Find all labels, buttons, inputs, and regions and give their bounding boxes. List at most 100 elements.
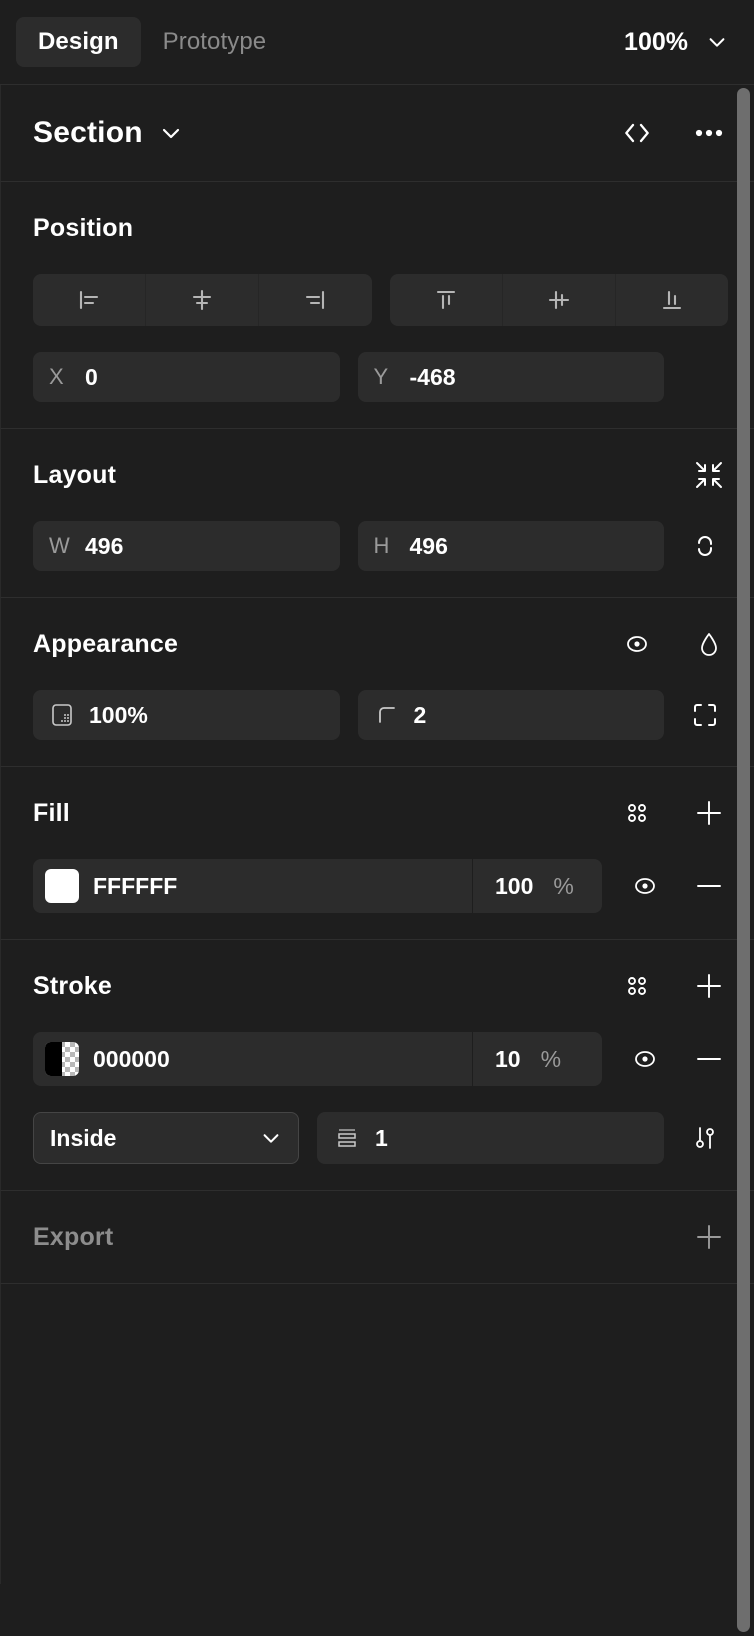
fill-visibility-button[interactable] bbox=[626, 867, 664, 905]
plus-icon bbox=[692, 796, 726, 830]
width-label: W bbox=[49, 533, 70, 558]
resize-to-fit-button[interactable] bbox=[690, 456, 728, 494]
align-right-button[interactable] bbox=[259, 274, 371, 326]
y-position-input[interactable]: Y -468 bbox=[357, 352, 664, 402]
remove-fill-button[interactable] bbox=[690, 867, 728, 905]
styles-grid-icon bbox=[623, 972, 651, 1000]
layout-title: Layout bbox=[33, 460, 117, 489]
visibility-toggle-button[interactable] bbox=[618, 625, 656, 663]
styles-grid-icon bbox=[623, 799, 651, 827]
export-header: Export bbox=[33, 1191, 728, 1283]
stroke-alignment-value: Inside bbox=[50, 1124, 117, 1151]
stroke-weight-input[interactable]: 1 bbox=[317, 1112, 664, 1164]
fill-opacity-value: 100 bbox=[495, 872, 534, 899]
blend-mode-droplet-icon bbox=[694, 628, 724, 660]
independent-corners-icon bbox=[690, 700, 720, 730]
stroke-opacity-input[interactable]: 10 % bbox=[472, 1032, 602, 1086]
eye-icon bbox=[629, 1043, 661, 1075]
blend-mode-button[interactable] bbox=[690, 625, 728, 663]
stroke-styles-button[interactable] bbox=[618, 967, 656, 1005]
panel-scrollbar-thumb[interactable] bbox=[737, 88, 750, 1632]
panel-tabbar: Design Prototype 100% bbox=[0, 0, 754, 85]
align-vertical-center-icon bbox=[544, 285, 574, 315]
fill-styles-button[interactable] bbox=[618, 794, 656, 832]
align-bottom-button[interactable] bbox=[616, 274, 728, 326]
stroke-color-swatch[interactable] bbox=[45, 1042, 79, 1076]
opacity-input[interactable]: 100% bbox=[33, 690, 340, 740]
chevron-down-icon bbox=[706, 31, 728, 53]
stroke-opacity-value: 10 bbox=[495, 1045, 521, 1072]
tab-design[interactable]: Design bbox=[16, 17, 141, 67]
remove-stroke-button[interactable] bbox=[690, 1040, 728, 1078]
align-left-button[interactable] bbox=[33, 274, 147, 326]
stroke-header: Stroke bbox=[33, 940, 728, 1032]
plus-icon bbox=[692, 1220, 726, 1254]
section-appearance: Appearance 100% 2 bbox=[0, 598, 754, 767]
add-stroke-button[interactable] bbox=[690, 967, 728, 1005]
eye-icon bbox=[621, 628, 653, 660]
eye-icon bbox=[629, 870, 661, 902]
object-header: Section bbox=[0, 85, 754, 182]
stroke-hex-value[interactable]: 000000 bbox=[93, 1046, 472, 1073]
position-title: Position bbox=[33, 213, 134, 242]
add-fill-button[interactable] bbox=[690, 794, 728, 832]
appearance-fields-row: 100% 2 bbox=[33, 690, 728, 740]
x-position-input[interactable]: X 0 bbox=[33, 352, 340, 402]
layout-header: Layout bbox=[33, 429, 728, 521]
chevron-down-icon[interactable] bbox=[159, 121, 183, 145]
fill-color-swatch[interactable] bbox=[45, 869, 79, 903]
align-bottom-icon bbox=[657, 285, 687, 315]
chevron-down-icon bbox=[260, 1127, 282, 1149]
align-top-button[interactable] bbox=[390, 274, 503, 326]
align-horizontal-centers-button[interactable] bbox=[146, 274, 260, 326]
independent-corners-button[interactable] bbox=[682, 700, 728, 730]
align-vertical-centers-button[interactable] bbox=[503, 274, 616, 326]
align-right-icon bbox=[300, 285, 330, 315]
corner-radius-icon bbox=[374, 702, 400, 728]
minus-icon bbox=[692, 869, 726, 903]
width-input[interactable]: W 496 bbox=[33, 521, 340, 571]
page-title: Section bbox=[33, 116, 143, 149]
horizontal-align-group bbox=[33, 274, 372, 326]
fill-percent-symbol: % bbox=[553, 872, 574, 899]
fill-color-row: FFFFFF 100 % bbox=[33, 859, 728, 913]
vertical-align-group bbox=[389, 274, 728, 326]
align-top-icon bbox=[431, 285, 461, 315]
stroke-visibility-button[interactable] bbox=[626, 1040, 664, 1078]
align-horizontal-center-icon bbox=[187, 285, 217, 315]
height-input[interactable]: H 496 bbox=[357, 521, 664, 571]
stroke-color-row: 000000 10 % bbox=[33, 1032, 728, 1086]
layout-fields-row: W 496 H 496 bbox=[33, 521, 728, 571]
section-layout: Layout W 496 H 496 bbox=[0, 429, 754, 598]
fill-header: Fill bbox=[33, 767, 728, 859]
height-label: H bbox=[373, 533, 390, 558]
stroke-weight-icon bbox=[333, 1124, 361, 1152]
opacity-value: 100% bbox=[89, 701, 148, 728]
code-icon[interactable] bbox=[618, 114, 656, 152]
stroke-alignment-select[interactable]: Inside bbox=[33, 1112, 299, 1164]
tab-prototype[interactable]: Prototype bbox=[141, 17, 289, 67]
design-properties-panel: Design Prototype 100% Section Position X… bbox=[0, 0, 754, 1636]
fill-swatch-wrap bbox=[33, 869, 93, 903]
width-value: 496 bbox=[85, 532, 124, 559]
corner-radius-input[interactable]: 2 bbox=[357, 690, 664, 740]
stroke-weight-value: 1 bbox=[375, 1124, 388, 1151]
stroke-settings-row: Inside 1 bbox=[33, 1112, 728, 1164]
x-value: 0 bbox=[85, 363, 98, 390]
section-stroke: Stroke 000000 10 % Inside 1 bbox=[0, 940, 754, 1191]
more-options-icon[interactable] bbox=[690, 114, 728, 152]
constrain-proportions-button[interactable] bbox=[682, 529, 728, 563]
zoom-level-value: 100% bbox=[624, 27, 688, 56]
fill-opacity-input[interactable]: 100 % bbox=[472, 859, 602, 913]
advanced-stroke-settings-icon bbox=[690, 1122, 720, 1154]
appearance-title: Appearance bbox=[33, 629, 179, 658]
add-export-button[interactable] bbox=[690, 1218, 728, 1256]
stroke-row-icons bbox=[602, 1040, 728, 1078]
fill-hex-value[interactable]: FFFFFF bbox=[93, 873, 472, 900]
advanced-stroke-settings-button[interactable] bbox=[682, 1122, 728, 1154]
y-value: -468 bbox=[409, 363, 456, 390]
zoom-control[interactable]: 100% bbox=[624, 28, 728, 57]
position-header: Position bbox=[33, 182, 728, 274]
position-fields-row: X 0 Y -468 bbox=[33, 352, 728, 402]
align-left-icon bbox=[74, 285, 104, 315]
